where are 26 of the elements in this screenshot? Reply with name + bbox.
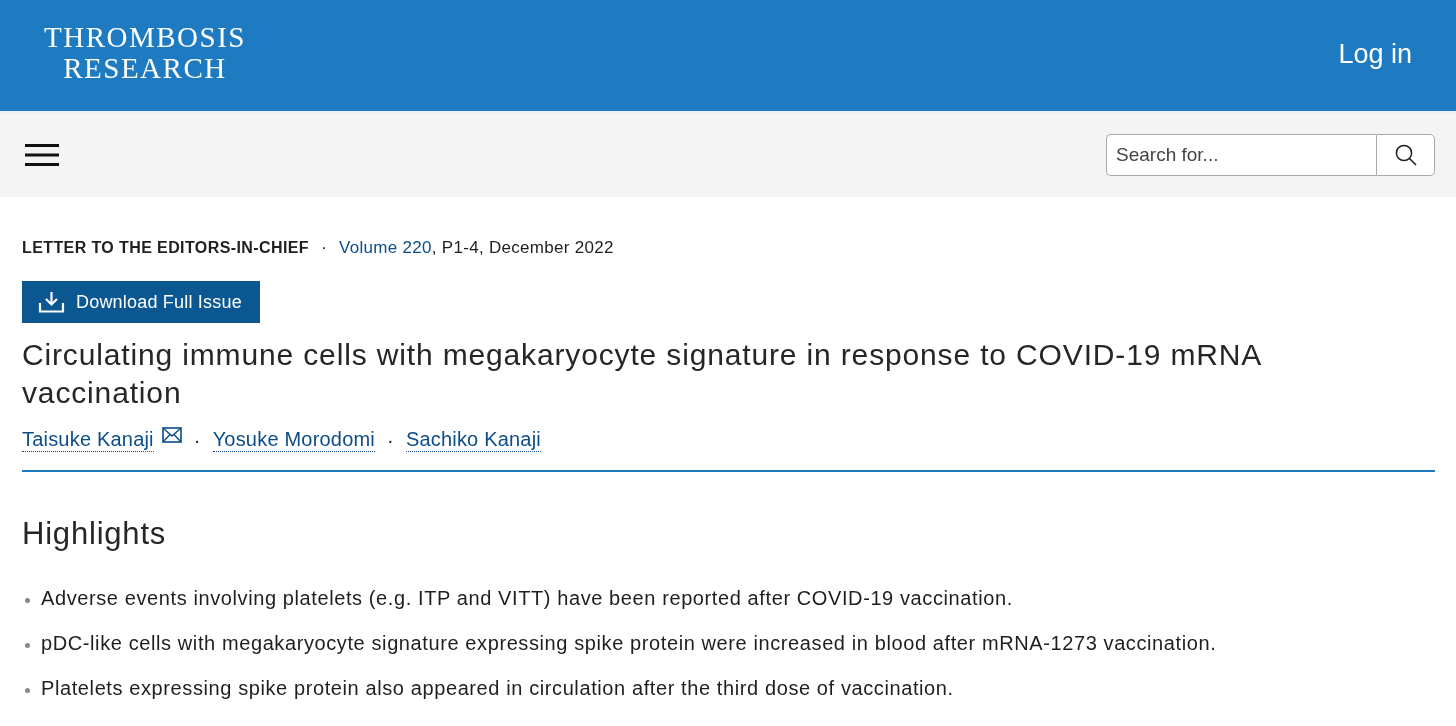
highlight-text: pDC-like cells with megakaryocyte signature expressing spike protein were increased in blood after mRNA-1273 vaccination. <box>41 632 1217 655</box>
author-link[interactable]: Sachiko Kanaji <box>405 428 541 452</box>
author-link[interactable]: Yosuke Morodomi <box>212 428 375 452</box>
menu-icon[interactable] <box>25 144 59 166</box>
highlight-text: Adverse events involving platelets (e.g. ITP and VITT) have been reported after COVID-19 vaccination. <box>41 587 1013 610</box>
separator-dot-text: · <box>320 238 327 258</box>
bullet-icon <box>25 642 30 648</box>
article-title: Circulating immune cells with megakaryocyte signature in response to COVID-19 mRNA vaccination <box>22 337 1262 411</box>
search-icon <box>1394 144 1417 166</box>
volume-link[interactable]: Volume 220 <box>338 238 432 257</box>
separator-dot-text: · <box>193 428 201 452</box>
search-button[interactable] <box>1376 134 1435 176</box>
download-button[interactable]: Download Full Issue <box>22 281 260 323</box>
citation-text: Volume 220, P1-4, December 2022 <box>338 238 614 258</box>
highlight-text: Platelets expressing spike protein also appeared in circulation after the third dose of vaccination. <box>41 677 954 700</box>
login-link[interactable]: Log in <box>1338 39 1412 70</box>
envelope-icon[interactable] <box>161 427 182 443</box>
download-icon <box>38 291 65 313</box>
search-field[interactable]: Search for... <box>1106 134 1376 176</box>
journal-logo[interactable]: THROMBOSIS RESEARCH <box>44 21 246 84</box>
author-link[interactable]: Taisuke Kanaji <box>22 428 154 452</box>
bullet-icon <box>25 687 30 693</box>
bullet-icon <box>25 597 30 603</box>
article-type-label: LETTER TO THE EDITORS-IN-CHIEF <box>22 239 309 257</box>
separator-dot-text: · <box>387 428 394 452</box>
highlights-heading: Highlights <box>22 516 168 552</box>
